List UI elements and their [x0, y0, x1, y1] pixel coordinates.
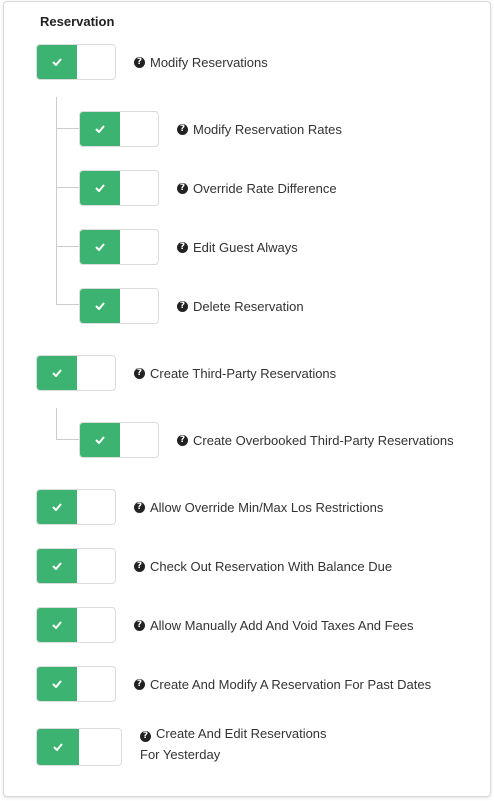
permission-label-text: Allow Manually Add And Void Taxes And Fe… — [150, 617, 414, 633]
check-icon — [80, 423, 120, 457]
toggle-edit-guest-always[interactable] — [79, 229, 159, 265]
question-circle-icon[interactable]: ? — [140, 731, 151, 742]
check-icon — [80, 171, 120, 205]
check-icon — [80, 112, 120, 146]
permission-label-line: ? Create And Edit Reservations — [140, 723, 327, 744]
toggle-modify-reservations[interactable] — [36, 44, 116, 80]
permission-label-text: Edit Guest Always — [193, 239, 298, 255]
tree-line-vertical — [56, 408, 57, 439]
check-icon — [37, 356, 77, 390]
check-icon — [37, 490, 77, 524]
check-icon — [37, 667, 77, 701]
toggle-delete-reservation[interactable] — [79, 288, 159, 324]
question-circle-icon[interactable]: ? — [134, 501, 145, 513]
permission-label: ? Modify Reservation Rates — [177, 111, 342, 147]
toggle-override-rate-difference[interactable] — [79, 170, 159, 206]
question-circle-icon[interactable]: ? — [177, 300, 188, 312]
toggle-check-out-balance-due[interactable] — [36, 548, 116, 584]
permission-label: ? Edit Guest Always — [177, 229, 298, 265]
permission-label: ? Delete Reservation — [177, 288, 304, 324]
check-icon — [37, 45, 77, 79]
toggle-allow-manually-add-void-taxes[interactable] — [36, 607, 116, 643]
toggle-create-modify-past-dates[interactable] — [36, 666, 116, 702]
permission-label: ? Allow Manually Add And Void Taxes And … — [134, 607, 414, 643]
tree-line-horizontal — [56, 246, 79, 247]
toggle-create-edit-yesterday[interactable] — [36, 728, 122, 766]
permission-label-text: Delete Reservation — [193, 298, 304, 314]
permission-label: ? Create Overbooked Third-Party Reservat… — [177, 422, 454, 458]
question-circle-icon[interactable]: ? — [134, 367, 145, 379]
section-title: Reservation — [40, 14, 115, 29]
toggle-create-third-party[interactable] — [36, 355, 116, 391]
permission-label: ? Allow Override Min/Max Los Restriction… — [134, 489, 383, 525]
check-icon — [80, 230, 120, 264]
permission-label: ? Create And Edit Reservations For Yester… — [140, 723, 327, 765]
permission-label: ? Override Rate Difference — [177, 170, 337, 206]
question-circle-icon[interactable]: ? — [177, 123, 188, 135]
toggle-allow-override-minmax-los[interactable] — [36, 489, 116, 525]
permission-label-text: Create And Edit Reservations — [156, 726, 327, 741]
permission-label-text: Create Third-Party Reservations — [150, 365, 337, 381]
permission-label-text: Override Rate Difference — [193, 180, 337, 196]
check-icon — [37, 608, 77, 642]
permission-label-text: Allow Override Min/Max Los Restrictions — [150, 499, 384, 515]
question-circle-icon[interactable]: ? — [134, 56, 145, 68]
permission-label-text: Create And Modify A Reservation For Past… — [150, 676, 432, 692]
tree-line-horizontal — [56, 128, 79, 129]
toggle-create-overbooked-third-party[interactable] — [79, 422, 159, 458]
permission-label: ? Create And Modify A Reservation For Pa… — [134, 666, 431, 702]
permission-label: ? Modify Reservations — [134, 44, 268, 80]
permission-label-text: Check Out Reservation With Balance Due — [150, 558, 393, 574]
check-icon — [37, 549, 77, 583]
permission-label-text: Create Overbooked Third-Party Reservatio… — [193, 432, 454, 448]
permission-label-text: Modify Reservations — [150, 54, 268, 70]
permission-label: ? Create Third-Party Reservations — [134, 355, 336, 391]
question-circle-icon[interactable]: ? — [134, 619, 145, 631]
question-circle-icon[interactable]: ? — [177, 182, 188, 194]
tree-line-horizontal — [56, 439, 79, 440]
tree-line-horizontal — [56, 304, 79, 305]
question-circle-icon[interactable]: ? — [177, 241, 188, 253]
question-circle-icon[interactable]: ? — [134, 678, 145, 690]
check-icon — [37, 729, 79, 765]
tree-line-horizontal — [56, 187, 79, 188]
permission-label: ? Check Out Reservation With Balance Due — [134, 548, 392, 584]
toggle-modify-reservation-rates[interactable] — [79, 111, 159, 147]
check-icon — [80, 289, 120, 323]
question-circle-icon[interactable]: ? — [134, 560, 145, 572]
question-circle-icon[interactable]: ? — [177, 434, 188, 446]
permission-label-line: For Yesterday — [140, 747, 221, 762]
permission-label-text: Modify Reservation Rates — [193, 121, 342, 137]
